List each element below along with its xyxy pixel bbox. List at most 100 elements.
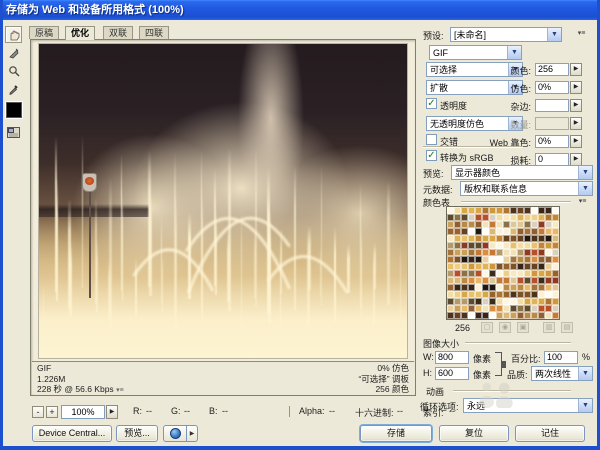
color-swatch[interactable] xyxy=(552,291,559,298)
color-swatch[interactable] xyxy=(517,277,524,284)
color-swatch[interactable] xyxy=(503,242,510,249)
color-swatch[interactable] xyxy=(503,277,510,284)
optimize-menu-icon[interactable]: ▾≡ xyxy=(574,28,589,39)
color-swatch[interactable] xyxy=(475,277,482,284)
color-swatch[interactable] xyxy=(552,263,559,270)
color-swatch[interactable] xyxy=(510,235,517,242)
color-swatch[interactable] xyxy=(468,284,475,291)
color-swatch[interactable] xyxy=(496,221,503,228)
color-swatch[interactable] xyxy=(489,298,496,305)
zoom-level-field[interactable]: 100% xyxy=(61,405,105,419)
color-swatch[interactable] xyxy=(482,249,489,256)
color-swatch[interactable] xyxy=(489,207,496,214)
color-swatch[interactable] xyxy=(524,277,531,284)
color-swatch[interactable] xyxy=(454,242,461,249)
color-swatch[interactable] xyxy=(545,263,552,270)
color-swatch[interactable] xyxy=(510,305,517,312)
color-swatch[interactable] xyxy=(503,298,510,305)
color-swatch[interactable] xyxy=(531,291,538,298)
color-swatch[interactable] xyxy=(552,312,559,319)
color-swatch[interactable] xyxy=(489,221,496,228)
color-swatch[interactable] xyxy=(482,242,489,249)
color-swatch[interactable] xyxy=(468,263,475,270)
zoom-menu-arrow[interactable]: ▶ xyxy=(106,405,118,419)
color-swatch[interactable] xyxy=(468,221,475,228)
color-swatch[interactable] xyxy=(475,291,482,298)
trash-icon[interactable]: ▤ xyxy=(561,322,573,333)
color-swatch[interactable] xyxy=(545,284,552,291)
color-swatch[interactable] xyxy=(524,221,531,228)
color-swatch[interactable] xyxy=(538,270,545,277)
color-swatch[interactable] xyxy=(510,312,517,319)
browser-preview-globe-button[interactable] xyxy=(163,425,187,442)
color-swatch[interactable] xyxy=(531,305,538,312)
color-swatch[interactable] xyxy=(552,277,559,284)
color-swatch[interactable] xyxy=(552,298,559,305)
color-swatch[interactable] xyxy=(468,249,475,256)
color-swatch[interactable] xyxy=(496,305,503,312)
color-swatch[interactable] xyxy=(517,298,524,305)
color-swatch[interactable] xyxy=(538,228,545,235)
color-swatch[interactable] xyxy=(447,305,454,312)
color-swatch[interactable] xyxy=(496,312,503,319)
color-swatch[interactable] xyxy=(461,235,468,242)
color-swatch[interactable] xyxy=(531,207,538,214)
color-swatch[interactable] xyxy=(489,235,496,242)
preset-dropdown[interactable]: [未命名] ▼ xyxy=(450,27,562,42)
color-swatch[interactable] xyxy=(503,228,510,235)
color-swatch[interactable] xyxy=(468,214,475,221)
color-swatch[interactable] xyxy=(524,312,531,319)
color-swatch[interactable] xyxy=(454,284,461,291)
color-swatch[interactable] xyxy=(503,270,510,277)
color-swatch[interactable] xyxy=(461,207,468,214)
color-swatch[interactable] xyxy=(475,298,482,305)
color-swatch[interactable] xyxy=(489,256,496,263)
color-swatch[interactable] xyxy=(475,207,482,214)
color-swatch[interactable] xyxy=(545,207,552,214)
color-swatch[interactable] xyxy=(545,228,552,235)
zoom-out-button[interactable]: - xyxy=(32,406,44,418)
color-swatch[interactable] xyxy=(468,270,475,277)
color-swatch[interactable] xyxy=(538,291,545,298)
color-swatch[interactable] xyxy=(503,256,510,263)
color-table-menu-icon[interactable]: ▾≡ xyxy=(575,196,590,207)
color-swatch[interactable] xyxy=(496,235,503,242)
height-field[interactable]: 600 xyxy=(435,367,469,380)
color-swatch[interactable] xyxy=(524,207,531,214)
color-swatch[interactable] xyxy=(496,249,503,256)
color-swatch[interactable] xyxy=(531,263,538,270)
color-swatch[interactable] xyxy=(510,228,517,235)
snap-web-palette-icon[interactable]: ▢ xyxy=(481,322,493,333)
transparency-checkbox[interactable] xyxy=(426,98,437,109)
color-swatch[interactable] xyxy=(517,235,524,242)
color-swatch[interactable] xyxy=(482,312,489,319)
color-swatch[interactable] xyxy=(475,235,482,242)
color-swatch[interactable] xyxy=(524,242,531,249)
color-swatch[interactable] xyxy=(461,221,468,228)
color-swatch[interactable] xyxy=(524,284,531,291)
color-swatch[interactable] xyxy=(531,256,538,263)
color-swatch[interactable] xyxy=(468,207,475,214)
remember-button[interactable]: 记住 xyxy=(515,425,585,442)
quality-dropdown[interactable]: 两次线性 ▼ xyxy=(531,366,593,381)
color-reduction-dropdown[interactable]: 可选择 ▼ xyxy=(426,62,523,77)
color-swatch[interactable] xyxy=(531,235,538,242)
color-swatch[interactable] xyxy=(538,305,545,312)
color-swatch[interactable] xyxy=(468,228,475,235)
color-swatch[interactable] xyxy=(510,298,517,305)
color-swatch[interactable] xyxy=(524,249,531,256)
format-dropdown[interactable]: GIF ▼ xyxy=(429,45,522,60)
transparency-dither-dropdown[interactable]: 无透明度仿色 ▼ xyxy=(426,116,523,131)
chevron-down-icon[interactable]: ▼ xyxy=(507,46,521,59)
hand-tool[interactable] xyxy=(5,26,22,43)
color-swatch[interactable] xyxy=(496,228,503,235)
color-swatch[interactable] xyxy=(545,305,552,312)
color-swatch[interactable] xyxy=(538,235,545,242)
color-swatch[interactable] xyxy=(454,291,461,298)
color-swatch[interactable] xyxy=(545,256,552,263)
color-swatch[interactable] xyxy=(503,207,510,214)
color-swatch[interactable] xyxy=(461,270,468,277)
color-swatch[interactable] xyxy=(496,256,503,263)
tab-optimized[interactable]: 优化 xyxy=(65,26,95,40)
color-swatch[interactable] xyxy=(496,277,503,284)
